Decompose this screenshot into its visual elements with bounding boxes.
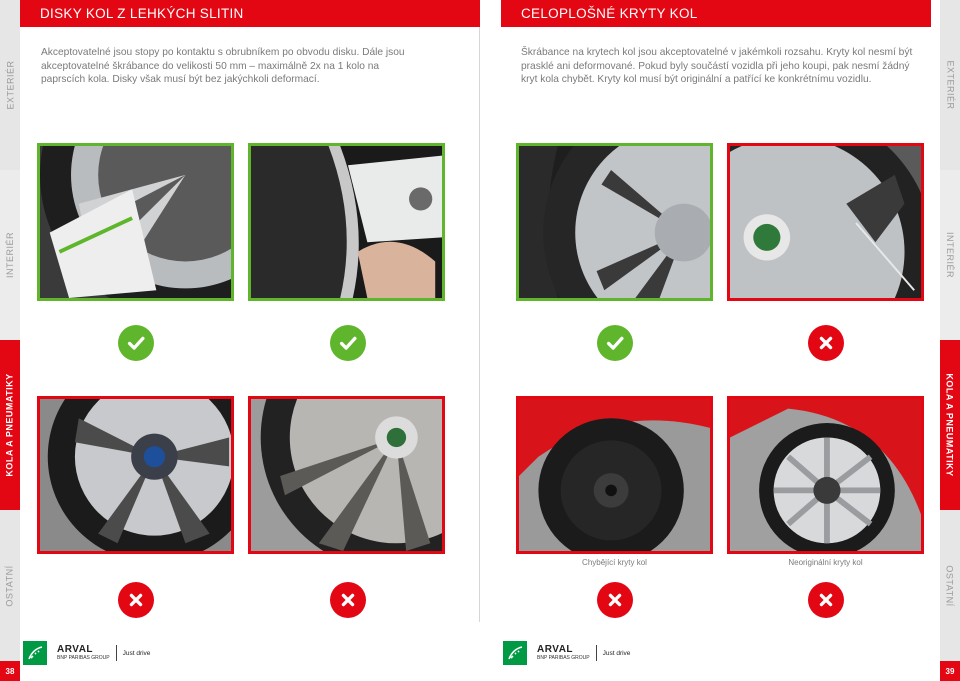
not-acceptable-cross-icon <box>597 582 633 618</box>
acceptable-check-icon <box>330 325 366 361</box>
not-acceptable-cross-icon <box>118 582 154 618</box>
bnp-paribas-mark-icon <box>503 641 527 665</box>
right-section-description: Škrábance na krytech kol jsou akceptovat… <box>521 47 913 85</box>
non-original-covers-caption: Neoriginální kryty kol <box>788 558 863 567</box>
rail-tab-interior[interactable]: INTERIÉR <box>0 170 20 340</box>
alloy-wheel-gauge-photo <box>37 143 234 301</box>
scratched-wheel-cover-photo <box>516 143 713 301</box>
rail-tab-other[interactable]: OSTATNÍ <box>0 510 20 661</box>
arval-logo: ARVAL BNP PARIBAS GROUP Just drive <box>503 641 630 665</box>
brand-name: ARVAL <box>537 644 574 655</box>
cracked-wheel-cover-photo <box>727 143 924 301</box>
not-acceptable-cross-icon <box>808 325 844 361</box>
acceptable-check-icon <box>597 325 633 361</box>
acceptable-check-icon <box>118 325 154 361</box>
left-section-header: DISKY KOL Z LEHKÝCH SLITIN <box>20 0 480 27</box>
logo-divider <box>115 645 117 661</box>
left-section-description: Akceptovatelné jsou stopy po kontaktu s … <box>41 47 405 85</box>
rail-tab-wheels-active[interactable]: KOLA A PNEUMATIKY <box>0 340 20 510</box>
arval-logo: ARVAL BNP PARIBAS GROUP Just drive <box>23 641 150 665</box>
bnp-paribas-mark-icon <box>23 641 47 665</box>
brand-slogan: Just drive <box>122 649 151 657</box>
logo-divider <box>595 645 597 661</box>
brand-name: ARVAL <box>57 644 94 655</box>
alloy-wheel-gauge-photo <box>248 143 445 301</box>
non-original-wheel-cover-photo <box>727 396 924 554</box>
page-number-right: 39 <box>940 661 960 681</box>
missing-covers-caption: Chybějící kryty kol <box>582 558 647 567</box>
left-section-rail: EXTERIÉR INTERIÉR KOLA A PNEUMATIKY OSTA… <box>0 0 20 681</box>
page-divider <box>479 0 480 622</box>
rail-tab-interior[interactable]: INTERIÉR <box>940 170 960 340</box>
missing-wheel-cover-photo <box>516 396 713 554</box>
right-section-header: CELOPLOŠNÉ KRYTY KOL <box>501 0 931 27</box>
brand-group: BNP PARIBAS GROUP <box>537 655 590 661</box>
not-acceptable-cross-icon <box>808 582 844 618</box>
damaged-alloy-wheel-photo <box>37 396 234 554</box>
right-section-rail: EXTERIÉR INTERIÉR KOLA A PNEUMATIKY OSTA… <box>940 0 960 681</box>
brand-group: BNP PARIBAS GROUP <box>57 655 110 661</box>
not-acceptable-cross-icon <box>330 582 366 618</box>
brochure-spread: EXTERIÉR INTERIÉR KOLA A PNEUMATIKY OSTA… <box>0 0 960 681</box>
left-section-title: DISKY KOL Z LEHKÝCH SLITIN <box>40 6 244 21</box>
rail-tab-other[interactable]: OSTATNÍ <box>940 510 960 661</box>
rail-tab-exterior[interactable]: EXTERIÉR <box>940 0 960 170</box>
right-section-title: CELOPLOŠNÉ KRYTY KOL <box>521 6 698 21</box>
rail-tab-wheels-active[interactable]: KOLA A PNEUMATIKY <box>940 340 960 510</box>
damaged-alloy-wheel-photo <box>248 396 445 554</box>
page-number-left: 38 <box>0 661 20 681</box>
rail-tab-exterior[interactable]: EXTERIÉR <box>0 0 20 170</box>
brand-slogan: Just drive <box>602 649 631 657</box>
